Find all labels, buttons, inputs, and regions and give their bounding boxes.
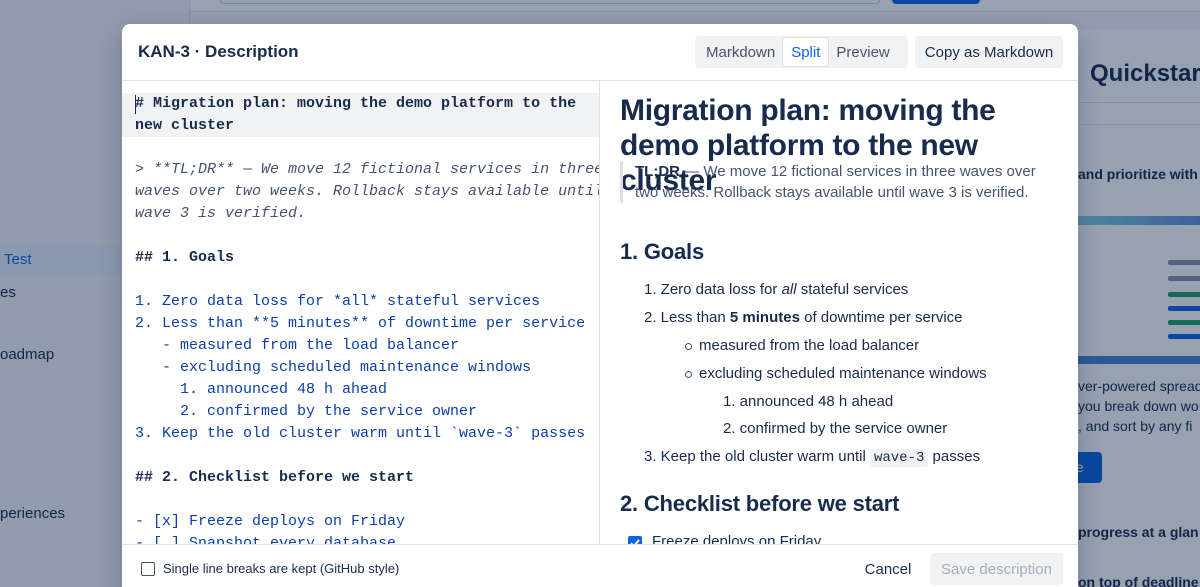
- preview-list-item: 1. Zero data loss for all stateful servi…: [644, 281, 909, 298]
- preview-blockquote: TL;DR — We move 12 fictional services in…: [620, 161, 1040, 203]
- editor-line: 2. Less than **5 minutes** of downtime p…: [135, 315, 586, 332]
- task-label: Freeze deploys on Friday: [652, 533, 822, 544]
- preview-list-item: 3. Keep the old cluster warm until wave-…: [644, 448, 981, 467]
- editor-line: - excluding scheduled maintenance window…: [135, 359, 532, 376]
- editor-line: - measured from the load balancer: [135, 337, 460, 354]
- preview-list-item: 1. announced 48 h ahead: [723, 393, 894, 410]
- circle-bullet-icon: [685, 343, 692, 350]
- editor-line: wave 3 is verified.: [135, 205, 307, 222]
- tldr-text: — We move 12 fictional services in three…: [635, 163, 1036, 201]
- editor-line: 3. Keep the old cluster warm until `wave…: [135, 425, 586, 442]
- editor-line: > **TL;DR** — We move 12 fictional servi…: [135, 161, 600, 178]
- editor-line: - [x] Freeze deploys on Friday: [135, 513, 406, 530]
- editor-line: 2. confirmed by the service owner: [135, 403, 478, 420]
- view-mode-toggle: Markdown Split Preview: [695, 36, 908, 68]
- markdown-editor[interactable]: # Migration plan: moving the demo platfo…: [122, 81, 600, 544]
- preview-list-item: excluding scheduled maintenance windows: [685, 365, 987, 382]
- editor-line: waves over two weeks. Rollback stays ava…: [135, 183, 600, 200]
- task-checkbox-checked-icon[interactable]: [628, 536, 642, 544]
- editor-line: new cluster: [135, 117, 235, 134]
- preview-list-item: measured from the load balancer: [685, 337, 919, 354]
- save-description-button[interactable]: Save description: [930, 553, 1063, 585]
- preview-heading-goals: 1. Goals: [620, 239, 704, 264]
- copy-as-markdown-button[interactable]: Copy as Markdown: [915, 36, 1063, 68]
- editor-line: - [ ] Snapshot every database: [135, 535, 397, 544]
- editor-line: ## 1. Goals: [135, 249, 235, 266]
- modal-header: KAN-3 · Description Markdown Split Previ…: [122, 24, 1078, 81]
- cancel-button[interactable]: Cancel: [854, 553, 922, 585]
- editor-line: ## 2. Checklist before we start: [135, 469, 415, 486]
- description-modal: KAN-3 · Description Markdown Split Previ…: [122, 24, 1078, 587]
- editor-line: 1. announced 48 h ahead: [135, 381, 388, 398]
- preview-list-item: 2. confirmed by the service owner: [723, 420, 948, 437]
- circle-bullet-icon: [685, 371, 692, 378]
- editor-line: 1. Zero data loss for *all* stateful ser…: [135, 293, 541, 310]
- split-tab[interactable]: Split: [783, 38, 829, 66]
- inline-code: wave-3: [869, 449, 929, 467]
- modal-title: KAN-3 · Description: [138, 42, 299, 61]
- tldr-label: TL;DR: [635, 163, 680, 180]
- markdown-preview: Migration plan: moving the demo platform…: [601, 81, 1078, 544]
- preview-tab[interactable]: Preview: [828, 38, 897, 66]
- markdown-tab[interactable]: Markdown: [698, 38, 783, 66]
- line-breaks-label[interactable]: Single line breaks are kept (GitHub styl…: [163, 561, 399, 576]
- preview-list-item: 2. Less than 5 minutes of downtime per s…: [644, 309, 963, 326]
- line-breaks-checkbox[interactable]: [141, 562, 155, 576]
- preview-heading-checklist: 2. Checklist before we start: [620, 491, 900, 516]
- editor-line: # Migration plan: moving the demo platfo…: [135, 95, 577, 112]
- modal-footer: Single line breaks are kept (GitHub styl…: [122, 544, 1078, 587]
- text-caret: [135, 95, 136, 114]
